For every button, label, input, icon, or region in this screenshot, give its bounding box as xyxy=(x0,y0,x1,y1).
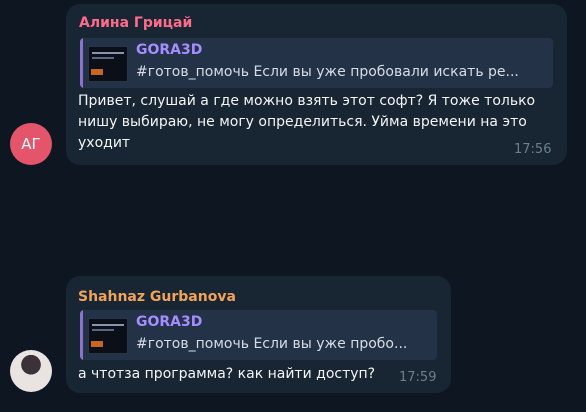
message-time: 17:56 xyxy=(514,142,552,157)
avatar-initials[interactable]: АГ xyxy=(10,123,52,165)
reply-text: #готов_помочь Если вы уже пробо... xyxy=(136,336,408,352)
avatar-initials-text: АГ xyxy=(21,135,41,153)
message-bubble[interactable]: Алина Грицай GORA3D #готов_помочь Если в… xyxy=(66,4,567,165)
message-text: а чтотза программа? как найти доступ? xyxy=(78,366,376,382)
reply-accent-bar xyxy=(80,310,83,360)
sender-name[interactable]: Shahnaz Gurbanova xyxy=(78,289,236,305)
reply-thumbnail xyxy=(88,46,128,82)
reply-title: GORA3D xyxy=(136,42,203,58)
avatar-photo[interactable] xyxy=(10,350,52,392)
reply-title: GORA3D xyxy=(136,314,203,330)
sender-name[interactable]: Алина Грицай xyxy=(79,15,192,31)
reply-preview[interactable]: GORA3D #готов_помочь Если вы уже пробо..… xyxy=(80,310,437,360)
message-time: 17:59 xyxy=(399,370,437,385)
reply-text: #готов_помочь Если вы уже пробовали иска… xyxy=(136,64,519,80)
reply-preview[interactable]: GORA3D #готов_помочь Если вы уже пробова… xyxy=(80,38,553,88)
message-bubble[interactable]: Shahnaz Gurbanova GORA3D #готов_помочь Е… xyxy=(66,276,451,393)
reply-accent-bar xyxy=(80,38,83,88)
message-text: Привет, слушай а где можно взять этот со… xyxy=(78,93,536,151)
reply-thumbnail xyxy=(88,318,128,354)
